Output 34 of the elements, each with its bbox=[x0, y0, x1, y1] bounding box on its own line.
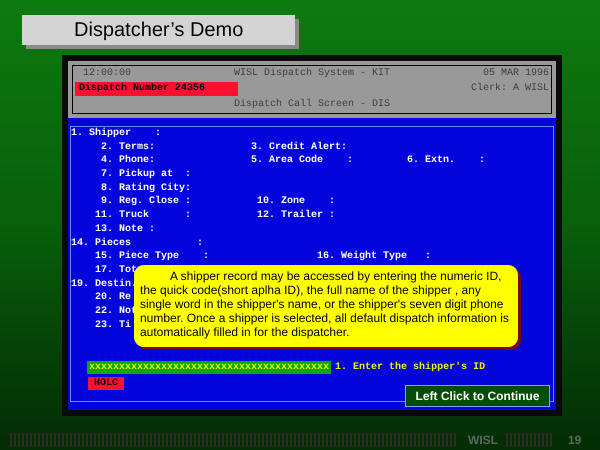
clerk-text: Clerk: A WISL bbox=[470, 84, 549, 94]
continue-button[interactable]: Left Click to Continue bbox=[405, 385, 550, 407]
footer-brand: WISL bbox=[468, 432, 498, 449]
field-label: 16. Weight Type : bbox=[317, 250, 432, 264]
field-label: 23. Ti bbox=[95, 318, 132, 332]
field-label: 17. Tot bbox=[95, 264, 138, 277]
field-label: 15. Piece Type : bbox=[95, 250, 210, 264]
field-label: 12. Trailer : bbox=[257, 209, 336, 222]
page-number: 19 bbox=[568, 432, 582, 449]
field-label: 1. Shipper : bbox=[71, 127, 162, 140]
field-label: 2. Terms: bbox=[101, 140, 156, 154]
field-label: 6. Extn. : bbox=[407, 154, 486, 168]
field-label: 3. Credit Alert: bbox=[251, 140, 348, 154]
field-label: 8. Rating City: bbox=[101, 182, 192, 195]
field-label: 5. Area Code : bbox=[251, 154, 354, 168]
field-label: 11. Truck : bbox=[95, 209, 192, 222]
field-label: 19. Destin. bbox=[71, 278, 138, 291]
field-label: 4. Phone: bbox=[101, 154, 156, 168]
system-title: WISL Dispatch System - KIT bbox=[233, 68, 391, 79]
dispatch-number: Dispatch Number 24356 bbox=[75, 82, 238, 96]
barcode-icon bbox=[506, 433, 554, 447]
callout-text: A shipper record may be accessed by entering the numeric ID, the quick code(short aplha ID), the full name of the shipper , any single word in the shipper's name, or the shipper's seven digit phone number. Once a shipper is selected, all default dispatch information is automatically filled in for the dispatcher. bbox=[140, 269, 509, 339]
field-label: 20. Re bbox=[95, 291, 132, 304]
field-label: 10. Zone : bbox=[257, 195, 336, 208]
clock-time: 12:00:00 bbox=[82, 68, 132, 79]
screen-title: Dispatch Call Screen - DIS bbox=[233, 100, 391, 110]
field-label: 14. Pieces : bbox=[71, 236, 204, 250]
field-label: 7. Pickup at : bbox=[101, 168, 192, 182]
date-text: 05 MAR 1996 bbox=[482, 68, 549, 79]
prompt-text: 1. Enter the shipper's ID bbox=[335, 360, 486, 376]
field-label: 9. Reg. Close : bbox=[101, 195, 192, 208]
mode-badge: HOLC bbox=[88, 377, 124, 390]
slide-title: Dispatcher’s Demo bbox=[74, 18, 244, 43]
field-label: 13. Note : bbox=[95, 222, 156, 236]
